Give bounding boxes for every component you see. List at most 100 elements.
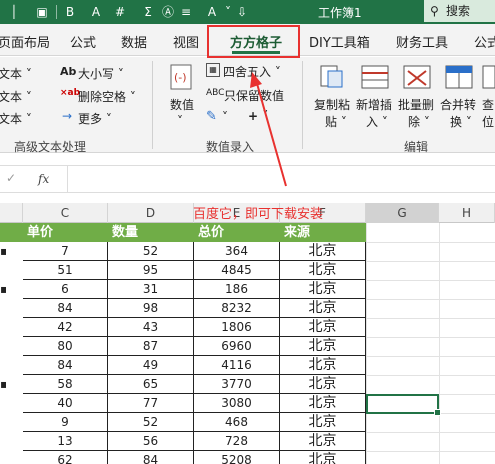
new-insert-dropdown[interactable]: 入 ˅ [366,113,388,130]
tab-3[interactable]: 视图 [173,32,199,51]
table-cell[interactable]: 6 [23,280,108,299]
value-button[interactable]: 数值 [170,96,194,113]
table-cell[interactable]: 84 [23,356,108,375]
table-cell[interactable]: 56 [108,432,194,451]
plus-button[interactable]: + ˅ [248,109,268,123]
file-icon[interactable]: ▣ [34,4,50,20]
table-cell[interactable]: 1806 [194,318,280,337]
find-dropdown[interactable]: 位 [482,113,494,130]
selected-cell[interactable] [366,394,441,416]
find-button[interactable]: 查 [482,96,494,113]
new-insert-button[interactable]: 新增插 [356,96,392,113]
tab-4[interactable]: 方方格子 [230,32,282,51]
tab-7[interactable]: 公式 [474,32,495,51]
table-cell[interactable]: 北京 [280,375,366,394]
batch-delete-button[interactable]: 批量删 [398,96,434,113]
table-cell[interactable]: 65 [108,375,194,394]
table-cell[interactable]: 87 [108,337,194,356]
batch-delete-dropdown[interactable]: 除 ˅ [408,113,430,130]
table-cell[interactable]: 3080 [194,394,280,413]
font-format-icon[interactable]: A [88,4,104,20]
text-dropdown-3[interactable]: 文本 ˅ [0,110,32,127]
text-dropdown-2[interactable]: 文本 ˅ [0,88,32,105]
table-cell[interactable]: 84 [108,451,194,464]
table-cell[interactable]: 北京 [280,413,366,432]
keep-value-button[interactable]: 只保留数值 [224,87,284,104]
table-cell[interactable]: 728 [194,432,280,451]
table-cell[interactable]: 北京 [280,318,366,337]
tab-0[interactable]: 页面布局 [0,32,50,51]
table-cell[interactable]: 北京 [280,299,366,318]
table-cell[interactable]: 58 [23,375,108,394]
merge-convert-button[interactable]: 合并转 [440,96,476,113]
number-format-icon[interactable]: # [112,4,128,20]
table-cell[interactable]: 4116 [194,356,280,375]
table-cell[interactable]: 84 [23,299,108,318]
tab-5[interactable]: DIY工具箱 [309,32,370,51]
table-cell[interactable]: 北京 [280,280,366,299]
bold-icon[interactable]: B [62,4,78,20]
table-cell[interactable]: 9 [23,413,108,432]
sheet-grid[interactable]: 单价 数量 总价 来源 ▪ ▪ ▪ 7 52 364 北京 51 95 4845 北京 6 31 186 北京 84 9… [0,223,495,464]
table-cell[interactable]: 北京 [280,261,366,280]
table-cell[interactable]: 52 [108,413,194,432]
table-cell[interactable]: 7 [23,242,108,261]
table-cell[interactable]: 4845 [194,261,280,280]
more-button[interactable]: 更多 ˅ [78,110,112,127]
alpha-icon[interactable]: A [204,4,220,20]
table-cell[interactable]: 北京 [280,242,366,261]
table-header-cell[interactable]: 单价 [27,223,108,242]
column-header-d[interactable]: D [108,203,194,223]
edit-dropdown-icon[interactable]: ˅ [222,110,228,124]
table-cell[interactable]: 186 [194,280,280,299]
value-dropdown-icon[interactable]: ˅ [177,114,183,128]
case-button[interactable]: 大小写 ˅ [78,65,124,82]
tab-6[interactable]: 财务工具 [396,32,448,51]
table-header-cell[interactable]: 来源 [284,223,366,242]
formula-input[interactable] [67,166,495,192]
column-header-h[interactable]: H [439,203,495,223]
table-cell[interactable]: 51 [23,261,108,280]
table-cell[interactable]: 北京 [280,337,366,356]
table-cell[interactable]: 95 [108,261,194,280]
column-header-prev[interactable] [0,203,23,223]
round-button[interactable]: 四舍五入 ˅ [223,63,281,80]
table-header-cell[interactable]: 总价 [198,223,280,242]
sum-icon[interactable]: Σ [140,4,156,20]
align-icon[interactable]: ≡ [178,4,194,20]
table-cell[interactable]: 42 [23,318,108,337]
table-cell[interactable]: 77 [108,394,194,413]
more-icon[interactable]: ⇩ [234,4,250,20]
table-cell[interactable]: 98 [108,299,194,318]
insert-function-icon[interactable]: fx [38,172,49,186]
column-header-g[interactable]: G [366,203,439,223]
table-cell[interactable]: 6960 [194,337,280,356]
text-dropdown-1[interactable]: 文本 ˅ [0,65,32,82]
table-cell[interactable]: 49 [108,356,194,375]
table-cell[interactable]: 364 [194,242,280,261]
merge-convert-dropdown[interactable]: 换 ˅ [450,113,472,130]
table-cell[interactable]: 3770 [194,375,280,394]
copy-paste-dropdown[interactable]: 贴 ˅ [325,113,347,130]
table-cell[interactable]: 北京 [280,356,366,375]
table-cell[interactable]: 468 [194,413,280,432]
table-cell[interactable]: 5208 [194,451,280,464]
table-cell[interactable]: 北京 [280,394,366,413]
confirm-icon[interactable]: ✓ [6,171,16,185]
table-cell[interactable]: 8232 [194,299,280,318]
table-cell[interactable]: 62 [23,451,108,464]
table-cell[interactable]: 43 [108,318,194,337]
search-box[interactable]: ⚲ 搜索 [424,0,495,22]
table-header-cell[interactable]: 数量 [112,223,194,242]
table-cell[interactable]: 31 [108,280,194,299]
copy-paste-button[interactable]: 复制粘 [314,96,350,113]
column-header-c[interactable]: C [23,203,108,223]
text-format-icon[interactable]: Ⓐ [160,4,176,20]
tab-1[interactable]: 公式 [70,32,96,51]
delete-space-button[interactable]: 删除空格 ˅ [78,88,136,105]
tab-2[interactable]: 数据 [121,32,147,51]
table-cell[interactable]: 80 [23,337,108,356]
table-cell[interactable]: 北京 [280,451,366,464]
table-cell[interactable]: 40 [23,394,108,413]
table-cell[interactable]: 北京 [280,432,366,451]
